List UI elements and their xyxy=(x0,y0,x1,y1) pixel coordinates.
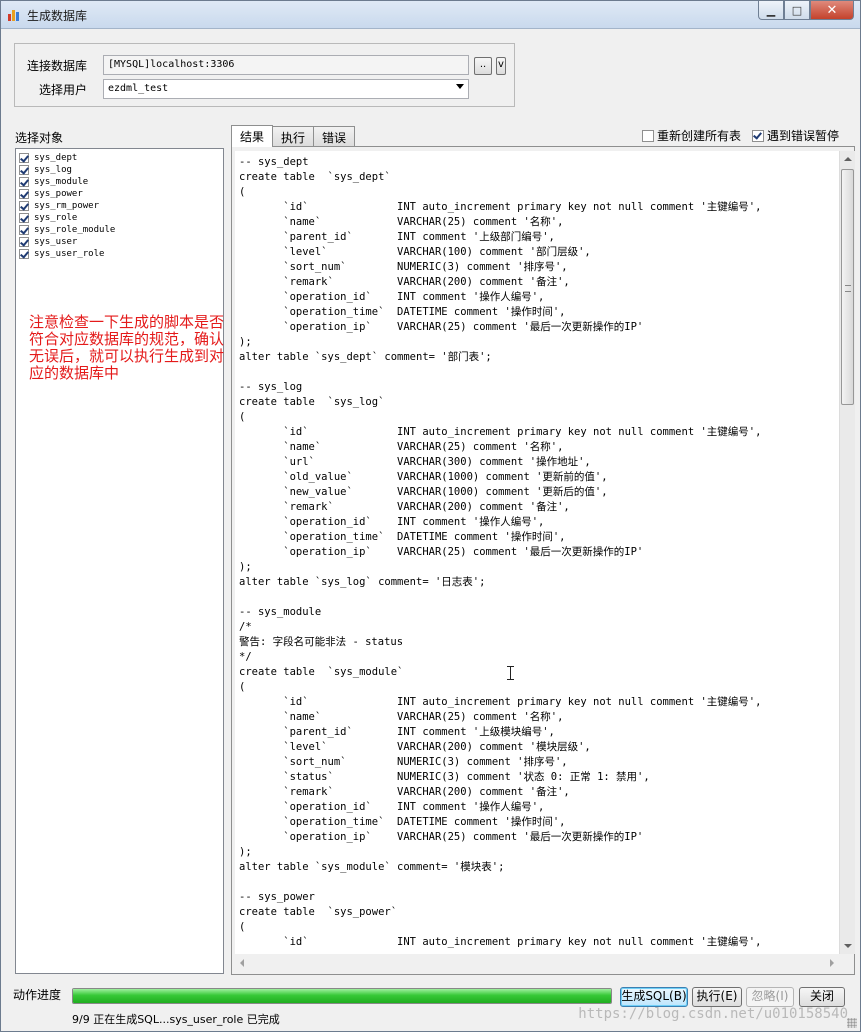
execute-button[interactable]: 执行(E) xyxy=(692,987,742,1007)
user-label: 选择用户 xyxy=(39,83,88,97)
tab-result[interactable]: 结果 xyxy=(231,125,274,147)
recreate-tables-checkbox[interactable] xyxy=(642,129,654,142)
tab-errors[interactable]: 错误 xyxy=(313,126,356,146)
object-label: sys_dept xyxy=(34,153,78,163)
object-label: sys_rm_power xyxy=(34,201,100,211)
progress-fill xyxy=(73,989,611,1003)
tab-execute[interactable]: 执行 xyxy=(272,126,315,146)
maximize-button[interactable]: □ xyxy=(784,1,810,20)
object-checkbox[interactable] xyxy=(19,189,29,199)
user-select[interactable]: ezdml_test xyxy=(103,79,469,99)
watermark: https://blog.csdn.net/u010158540 xyxy=(578,1006,848,1022)
object-item-sys-rm-power[interactable]: sys_rm_power xyxy=(19,200,223,212)
progress-bar xyxy=(72,988,612,1004)
ignore-button[interactable]: 忽略(I) xyxy=(746,987,794,1007)
database-menu-button[interactable]: v xyxy=(496,57,506,75)
object-item-sys-dept[interactable]: sys_dept xyxy=(19,152,223,164)
chevron-down-icon xyxy=(456,84,464,89)
object-label: sys_user_role xyxy=(34,249,105,259)
object-item-sys-user[interactable]: sys_user xyxy=(19,236,223,248)
object-label: sys_role_module xyxy=(34,225,116,235)
resize-grip-icon[interactable] xyxy=(847,1018,857,1028)
pause-on-error-checkbox[interactable] xyxy=(752,129,764,142)
user-select-value: ezdml_test xyxy=(108,83,169,94)
object-label: sys_user xyxy=(34,237,78,247)
horizontal-scrollbar[interactable] xyxy=(235,955,839,971)
object-item-sys-role[interactable]: sys_role xyxy=(19,212,223,224)
object-item-sys-role-module[interactable]: sys_role_module xyxy=(19,224,223,236)
object-item-sys-power[interactable]: sys_power xyxy=(19,188,223,200)
sql-output[interactable]: -- sys_dept create table `sys_dept` ( `i… xyxy=(235,151,839,954)
database-label: 连接数据库 xyxy=(27,59,88,73)
object-checkbox[interactable] xyxy=(19,213,29,223)
object-checkbox[interactable] xyxy=(19,153,29,163)
connection-group: 连接数据库 [MYSQL]localhost:3306 .. v 选择用户 ez… xyxy=(14,43,515,107)
pause-on-error-label: 遇到错误暂停 xyxy=(767,129,840,143)
scroll-right-icon[interactable] xyxy=(830,959,834,967)
database-field[interactable]: [MYSQL]localhost:3306 xyxy=(103,55,469,75)
close-button[interactable]: 关闭 xyxy=(799,987,845,1007)
object-checkbox[interactable] xyxy=(19,249,29,259)
pause-on-error-option[interactable]: 遇到错误暂停 xyxy=(752,127,839,144)
title-bar[interactable]: 生成数据库 ▁ □ ✕ xyxy=(1,1,860,29)
database-app-icon xyxy=(8,8,21,21)
result-panel: -- sys_dept create table `sys_dept` ( `i… xyxy=(231,146,855,975)
object-label: sys_module xyxy=(34,177,89,187)
recreate-tables-option[interactable]: 重新创建所有表 xyxy=(642,127,741,144)
object-checkbox[interactable] xyxy=(19,225,29,235)
progress-label: 动作进度 xyxy=(13,988,62,1002)
text-cursor-icon xyxy=(507,666,514,680)
object-item-sys-user-role[interactable]: sys_user_role xyxy=(19,248,223,260)
object-label: sys_role xyxy=(34,213,78,223)
object-checkbox[interactable] xyxy=(19,177,29,187)
object-item-sys-log[interactable]: sys_log xyxy=(19,164,223,176)
sql-output-text: -- sys_dept create table `sys_dept` ( `i… xyxy=(239,156,762,948)
progress-status: 9/9 正在生成SQL...sys_user_role 已完成 xyxy=(72,1013,280,1026)
objects-list: sys_dept sys_log sys_module sys_power sys_rm… xyxy=(15,148,224,974)
scroll-down-icon[interactable] xyxy=(844,944,852,948)
scroll-thumb[interactable] xyxy=(841,169,854,405)
scroll-left-icon[interactable] xyxy=(240,959,244,967)
window-title: 生成数据库 xyxy=(27,9,88,23)
generate-sql-button[interactable]: 生成SQL(B) xyxy=(620,987,688,1007)
object-label: sys_power xyxy=(34,189,83,199)
result-tabs: 结果 执行 错误 xyxy=(231,125,356,147)
browse-database-button[interactable]: .. xyxy=(474,57,492,75)
annotation-note: 注意检查一下生成的脚本是否符合对应数据库的规范，确认无误后，就可以执行生成到对应… xyxy=(29,313,225,382)
scroll-up-icon[interactable] xyxy=(844,157,852,161)
object-checkbox[interactable] xyxy=(19,237,29,247)
main-window: 生成数据库 ▁ □ ✕ 连接数据库 [MYSQL]localhost:3306 … xyxy=(0,0,861,1032)
objects-title: 选择对象 xyxy=(15,131,64,145)
vertical-scrollbar[interactable] xyxy=(839,151,855,954)
recreate-tables-label: 重新创建所有表 xyxy=(657,129,742,143)
object-checkbox[interactable] xyxy=(19,165,29,175)
minimize-button[interactable]: ▁ xyxy=(758,1,784,20)
close-window-button[interactable]: ✕ xyxy=(810,1,854,20)
object-label: sys_log xyxy=(34,165,72,175)
object-item-sys-module[interactable]: sys_module xyxy=(19,176,223,188)
object-checkbox[interactable] xyxy=(19,201,29,211)
